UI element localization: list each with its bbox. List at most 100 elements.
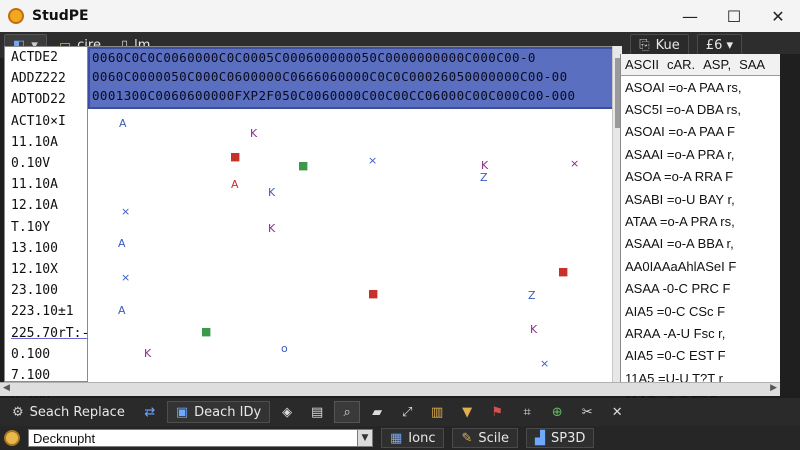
screen-button[interactable]: ▤: [304, 401, 330, 423]
ascii-row[interactable]: ASOA =o-A RRA F: [621, 166, 780, 188]
address-column: ACTDE2 ADDZ222 ADTOD22 ACT10×I 11.10A 0.10V 11…: [4, 46, 89, 404]
hex-line[interactable]: 0060C0000050C000C0600000C0666060000C0C0C…: [92, 69, 568, 89]
hex-marker: ×: [121, 271, 131, 284]
hex-marker: Z: [528, 289, 536, 302]
filter-button[interactable]: ▼: [454, 401, 480, 423]
hex-marker: K: [250, 127, 258, 140]
address-row[interactable]: 223.10±1: [5, 301, 87, 322]
search-button[interactable]: ⌕: [334, 401, 361, 423]
hex-marker: A: [118, 304, 126, 317]
hex-marker: o: [281, 342, 288, 355]
hex-line[interactable]: 0060C0C0C0060000C0C0005C000600000050C000…: [92, 50, 536, 70]
close-button[interactable]: ✕: [756, 0, 800, 32]
search-dropdown-button[interactable]: ▼: [357, 429, 373, 447]
minimize-button[interactable]: —: [668, 0, 712, 32]
zoom-dropdown[interactable]: £6 ▾: [696, 34, 742, 56]
address-row[interactable]: 11.10A: [5, 132, 87, 153]
crop-icon: ⌗: [523, 404, 531, 420]
gear-icon: ⚙: [12, 404, 24, 420]
window-title: StudPE: [32, 8, 89, 24]
ascii-row[interactable]: ARAA -A-U Fsc r,: [621, 322, 780, 344]
refresh-button[interactable]: ⇄: [137, 401, 163, 423]
ascii-row[interactable]: ATAA =o-A PRA rs,: [621, 210, 780, 232]
ascii-row[interactable]: ASOAI =o-A PAA F: [621, 121, 780, 143]
address-row[interactable]: 23.100: [5, 280, 87, 301]
app-logo-icon: [8, 8, 24, 24]
search-input[interactable]: [28, 429, 358, 447]
address-row[interactable]: 0.10V: [5, 153, 87, 174]
hex-marker: ×: [121, 205, 131, 218]
ascii-scrollbar[interactable]: [780, 54, 800, 394]
ionc-button[interactable]: ▦ Ionc: [381, 428, 445, 448]
find-id-label: Deach IDy: [194, 404, 262, 420]
scile-button[interactable]: ✎ Scile: [452, 428, 519, 448]
search-replace-button[interactable]: ⚙ Seach Replace: [4, 401, 133, 423]
sp3d-button[interactable]: ▟ SP3D: [526, 428, 595, 448]
hex-pane[interactable]: 0060C0C0C0060000C0C0005C000600000050C000…: [88, 46, 618, 382]
stack-icon: ▥: [431, 404, 444, 420]
find-id-button[interactable]: ▣ Deach IDy: [166, 401, 271, 423]
hex-marker: ×: [540, 357, 550, 370]
address-row[interactable]: 12.10A: [5, 195, 87, 216]
resize-button[interactable]: ⤢: [394, 401, 420, 423]
hex-marker: ×: [368, 154, 378, 167]
view-button[interactable]: ◈: [274, 401, 300, 423]
zoom-label: £6 ▾: [705, 37, 733, 53]
tools-button[interactable]: ✂: [574, 401, 600, 423]
app-status-icon: [4, 430, 20, 446]
ascii-row[interactable]: ASC5I =o-A DBA rs,: [621, 98, 780, 120]
address-row[interactable]: 12.10X: [5, 259, 87, 280]
maximize-button[interactable]: ☐: [712, 0, 756, 32]
zoom-icon: ⊕: [551, 404, 563, 420]
ascii-row[interactable]: ASAAI =o-A PRA r,: [621, 143, 780, 165]
hex-marker: ■: [298, 159, 309, 172]
ascii-row[interactable]: AIA5 =0-C CSc F: [621, 300, 780, 322]
ascii-row[interactable]: ASAA -0-C PRC F: [621, 278, 780, 300]
toolbar-right: ⎘ Kue £6 ▾: [626, 34, 742, 56]
kue-button[interactable]: ⎘ Kue: [630, 34, 689, 56]
address-row[interactable]: ACTDE2: [5, 47, 87, 68]
scroll-left-icon[interactable]: ◀: [3, 383, 10, 393]
document-icon: ▣: [175, 404, 189, 420]
address-row[interactable]: ACT10×I: [5, 111, 87, 132]
address-row[interactable]: 0.100: [5, 344, 87, 365]
ascii-header: ASCII cAR. ASP, SAA: [621, 54, 780, 76]
hex-marker: K: [530, 323, 538, 336]
ascii-row[interactable]: ASAAI =o-A BBA r,: [621, 233, 780, 255]
bottom-bar: ▼ ▦ Ionc ✎ Scile ▟ SP3D: [0, 426, 800, 450]
ascii-row[interactable]: AA0IAAaAhlASeI F: [621, 255, 780, 277]
ascii-col-header: cAR.: [666, 57, 696, 72]
hex-marker: ■: [558, 265, 569, 278]
crop-button[interactable]: ⌗: [514, 401, 540, 423]
hex-marker: K: [144, 347, 152, 360]
horizontal-scrollbar[interactable]: ◀ ▶: [0, 382, 780, 396]
address-row[interactable]: T.10Y: [5, 217, 87, 238]
ascii-col-header: ASCII: [625, 57, 659, 72]
address-row[interactable]: ADDZ222: [5, 68, 87, 89]
stack-button[interactable]: ▥: [424, 401, 450, 423]
zoom-button[interactable]: ⊕: [544, 401, 570, 423]
address-row[interactable]: 225.70rT:-: [5, 322, 89, 343]
flag-button[interactable]: ⚑: [484, 401, 510, 423]
title-bar: StudPE — ☐ ✕: [0, 0, 800, 32]
hex-marker: K: [268, 186, 276, 199]
chevron-down-icon: ▼: [361, 433, 369, 443]
kue-label: Kue: [655, 37, 680, 53]
hex-line[interactable]: 0001300C0060600000FXP2F050C0060000C00C00…: [92, 88, 575, 108]
sp3d-label: SP3D: [551, 430, 586, 446]
hex-marker: A: [118, 237, 126, 250]
address-row[interactable]: 13.100: [5, 238, 87, 259]
ascii-col-header: SAA: [739, 57, 766, 72]
ascii-row[interactable]: ASOAI =o-A PAA rs,: [621, 76, 780, 98]
ascii-row[interactable]: ASABI =o-U BAY r,: [621, 188, 780, 210]
open-folder-button[interactable]: ▰: [364, 401, 390, 423]
close-icon: ✕: [611, 404, 623, 420]
grid-icon: ▦: [390, 430, 403, 446]
scroll-right-icon[interactable]: ▶: [770, 383, 777, 393]
address-row[interactable]: ADTOD22: [5, 89, 87, 110]
ascii-row[interactable]: AIA5 =0-C EST F: [621, 345, 780, 367]
address-row[interactable]: 11.10A: [5, 174, 87, 195]
close-findbar-button[interactable]: ✕: [604, 401, 630, 423]
ascii-pane: ASCII cAR. ASP, SAA ASOAI =o-A PAA rs, AS…: [620, 54, 780, 431]
ascii-col-header: ASP,: [703, 57, 732, 72]
